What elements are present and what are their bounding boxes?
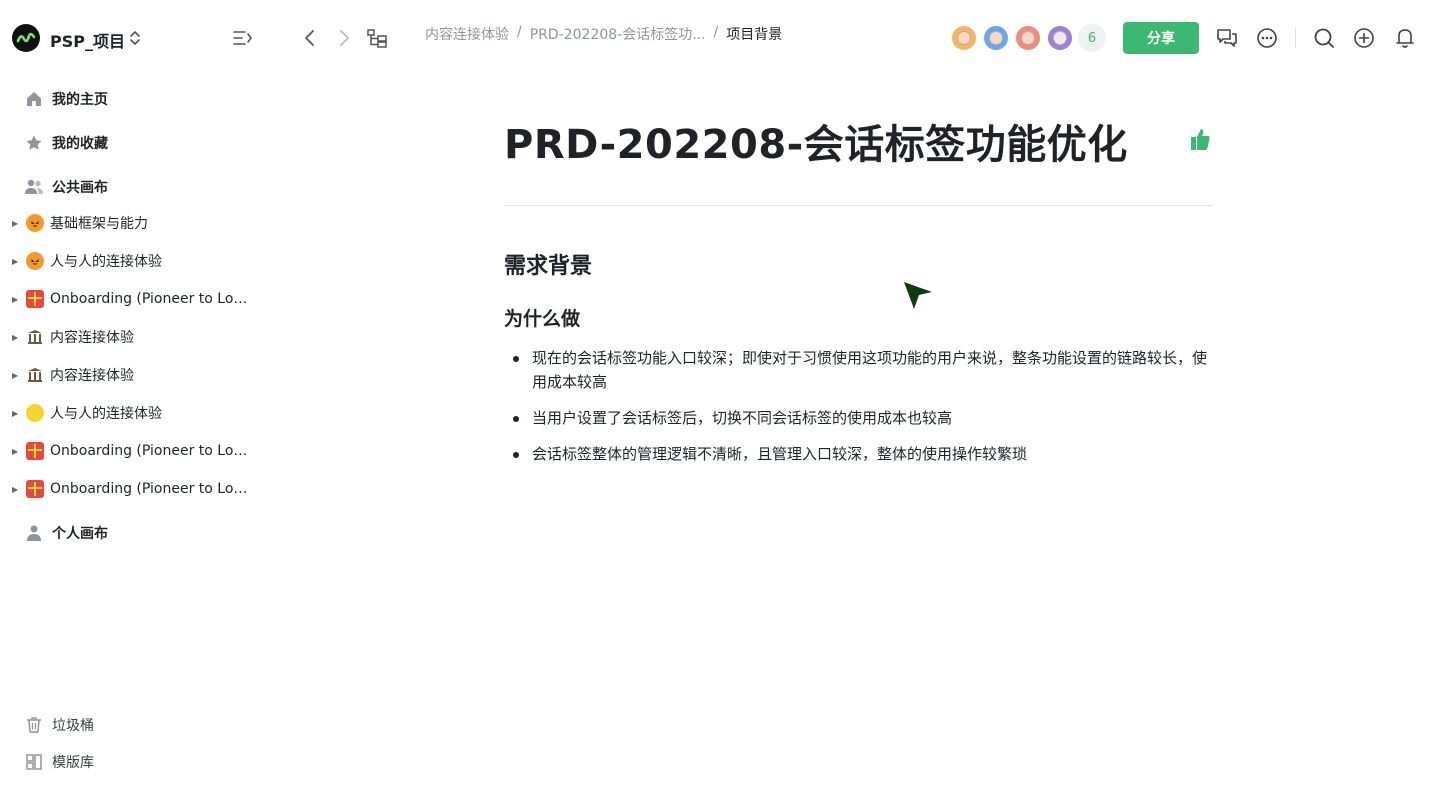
avatar[interactable] <box>950 24 978 52</box>
outline-tree-icon[interactable] <box>366 27 388 49</box>
top-bar: PSP_项目 内容连接体验 / PRD-202208-会话标签功... / 项目… <box>0 0 1440 76</box>
expand-caret-icon[interactable]: ▶ <box>12 409 22 418</box>
more-icon[interactable] <box>1256 27 1278 49</box>
expand-caret-icon[interactable]: ▶ <box>12 485 22 494</box>
expand-caret-icon[interactable]: ▶ <box>12 371 22 380</box>
trash-icon <box>24 715 44 735</box>
expand-caret-icon[interactable]: ▶ <box>12 219 22 228</box>
notification-bell-icon[interactable] <box>1394 26 1416 50</box>
sidebar-item-personal-canvas[interactable]: 个人画布 <box>24 521 108 545</box>
title-divider <box>504 205 1213 206</box>
tree-item-label: 内容连接体验 <box>50 368 134 384</box>
tree-item[interactable]: ▶ Onboarding (Pioneer to Loca... <box>12 439 255 463</box>
collaborator-cursor-icon <box>902 280 934 316</box>
temple-icon <box>26 328 44 346</box>
tree-item[interactable]: ▶ Onboarding (Pioneer to Loca... <box>12 477 255 501</box>
tree-item-label: Onboarding (Pioneer to Loca... <box>50 443 255 459</box>
tree-item-label: 基础框架与能力 <box>50 216 148 232</box>
gift-icon <box>26 290 44 308</box>
sidebar-item-label: 公共画布 <box>52 180 108 196</box>
sidebar-item-label: 我的收藏 <box>52 136 108 152</box>
breadcrumb-separator: / <box>517 24 522 40</box>
sidebar-item-public-canvas[interactable]: 公共画布 <box>24 175 108 199</box>
pumpkin-icon <box>26 214 44 232</box>
gift-icon <box>26 480 44 498</box>
tree-item[interactable]: ▶ 人与人的连接体验 <box>12 249 162 273</box>
forward-icon[interactable] <box>334 28 354 48</box>
bullet-list: 现在的会话标签功能入口较深；即使对于习惯使用这项功能的用户来说，整条功能设置的链… <box>504 346 1213 478</box>
subsection-heading[interactable]: 为什么做 <box>504 304 580 331</box>
avatar[interactable] <box>982 24 1010 52</box>
temple-icon <box>26 366 44 384</box>
back-icon[interactable] <box>300 28 320 48</box>
tree-item-label: 内容连接体验 <box>50 330 134 346</box>
workspace-logo-icon[interactable] <box>12 24 40 52</box>
add-icon[interactable] <box>1353 27 1375 49</box>
pumpkin-icon <box>26 252 44 270</box>
expand-caret-icon[interactable]: ▶ <box>12 257 22 266</box>
sidebar-item-favorites[interactable]: 我的收藏 <box>24 131 108 155</box>
expand-caret-icon[interactable]: ▶ <box>12 447 22 456</box>
collapse-sidebar-icon[interactable] <box>232 28 254 48</box>
breadcrumb-item-current[interactable]: 项目背景 <box>726 24 782 44</box>
tree-item[interactable]: ▶ Onboarding (Pioneer to Loca... <box>12 287 255 311</box>
tree-item-label: 人与人的连接体验 <box>50 254 162 270</box>
template-icon <box>24 752 44 772</box>
section-heading[interactable]: 需求背景 <box>504 248 592 280</box>
home-icon <box>24 89 44 109</box>
tree-item[interactable]: ▶ 人与人的连接体验 <box>12 401 162 425</box>
breadcrumb: 内容连接体验 / PRD-202208-会话标签功... / 项目背景 <box>425 24 782 44</box>
star-icon <box>24 133 44 153</box>
toolbar-divider <box>1295 28 1296 48</box>
person-icon <box>24 523 44 543</box>
sidebar-item-label: 个人画布 <box>52 526 108 542</box>
avatar[interactable] <box>1046 24 1074 52</box>
tree-item[interactable]: ▶ 内容连接体验 <box>12 363 134 387</box>
expand-caret-icon[interactable]: ▶ <box>12 333 22 342</box>
moon-icon <box>26 404 44 422</box>
breadcrumb-separator: / <box>713 24 719 40</box>
sidebar: 我的主页 我的收藏 公共画布 ▶ 基础框架与能力 ▶ 人与人的连接体验 ▶ On… <box>0 76 270 800</box>
breadcrumb-item-parent[interactable]: 内容连接体验 <box>425 24 509 44</box>
list-item[interactable]: 当用户设置了会话标签后，切换不同会话标签的使用成本也较高 <box>504 406 1213 430</box>
tree-item-label: 人与人的连接体验 <box>50 406 162 422</box>
sidebar-item-label: 我的主页 <box>52 92 108 108</box>
list-item[interactable]: 会话标签整体的管理逻辑不清晰，且管理入口较深，整体的使用操作较繁琐 <box>504 442 1213 466</box>
gift-icon <box>26 442 44 460</box>
tree-item-label: Onboarding (Pioneer to Loca... <box>50 291 255 307</box>
workspace-name[interactable]: PSP_项目 <box>50 28 125 52</box>
sidebar-item-trash[interactable]: 垃圾桶 <box>24 713 94 737</box>
expand-caret-icon[interactable]: ▶ <box>12 295 22 304</box>
sidebar-item-label: 模版库 <box>52 755 94 771</box>
document-title[interactable]: PRD-202208-会话标签功能优化 <box>504 112 1128 170</box>
comments-icon[interactable] <box>1215 27 1239 49</box>
more-collaborators-count[interactable]: 6 <box>1078 24 1106 52</box>
tree-item[interactable]: ▶ 基础框架与能力 <box>12 211 148 235</box>
search-icon[interactable] <box>1313 27 1335 49</box>
tree-item[interactable]: ▶ 内容连接体验 <box>12 325 134 349</box>
list-item[interactable]: 现在的会话标签功能入口较深；即使对于习惯使用这项功能的用户来说，整条功能设置的链… <box>504 346 1213 394</box>
tree-item-label: Onboarding (Pioneer to Loca... <box>50 481 255 497</box>
share-button[interactable]: 分享 <box>1123 22 1199 54</box>
sidebar-item-label: 垃圾桶 <box>52 718 94 734</box>
people-icon <box>24 177 44 197</box>
workspace-switch-icon[interactable] <box>128 29 142 47</box>
avatar[interactable] <box>1014 24 1042 52</box>
breadcrumb-item-doc[interactable]: PRD-202208-会话标签功... <box>530 24 706 44</box>
thumbs-up-icon[interactable] <box>1188 126 1212 156</box>
sidebar-item-home[interactable]: 我的主页 <box>24 87 108 111</box>
sidebar-item-templates[interactable]: 模版库 <box>24 750 94 774</box>
